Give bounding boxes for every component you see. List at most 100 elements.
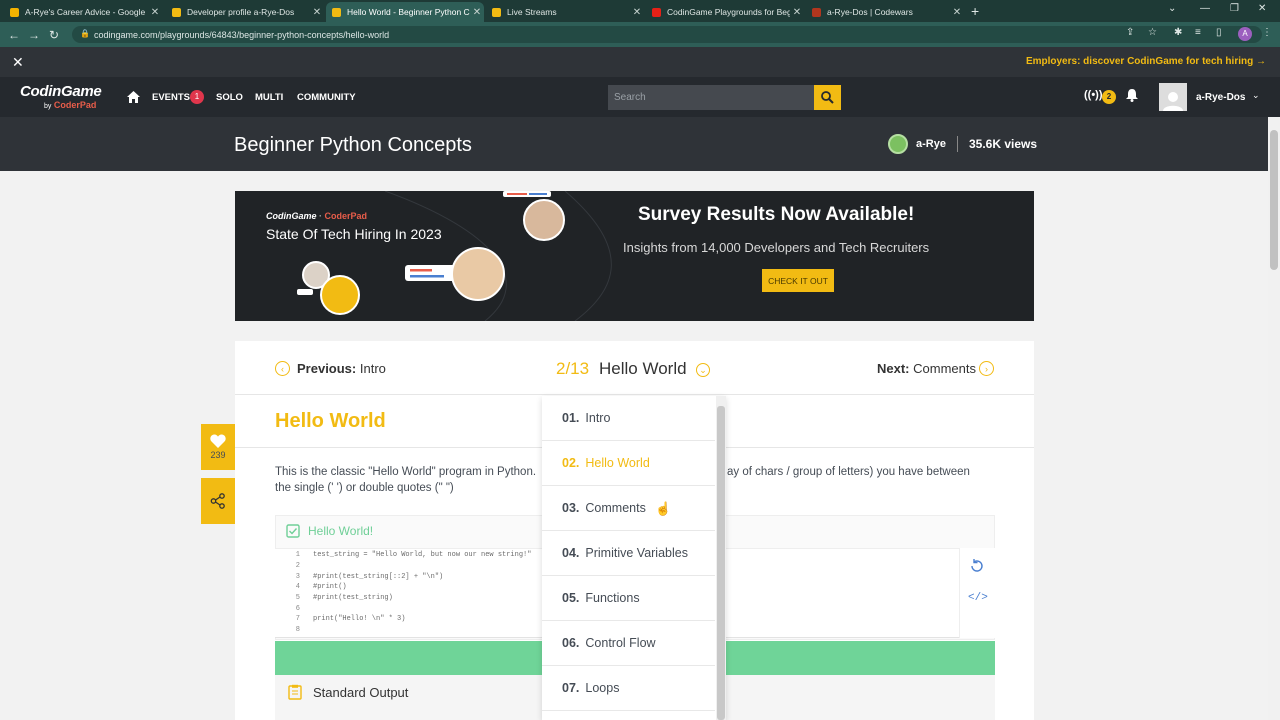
bookmark-star-icon[interactable]: ☆ (1148, 27, 1157, 38)
back-icon[interactable]: ← (4, 28, 24, 42)
code-line[interactable]: #print(test_string[::2] + "\n") (313, 573, 443, 581)
dropdown-scrollbar-thumb[interactable] (717, 406, 725, 720)
lesson-text: the single (' ') or double quotes (" ") (275, 482, 454, 494)
tab-close-icon[interactable]: ✕ (630, 7, 644, 18)
window-close-icon[interactable]: ✕ (1258, 3, 1266, 14)
reload-icon[interactable]: ↻ (44, 28, 64, 42)
browser-tab-active[interactable]: Hello World - Beginner Python C ✕ (326, 2, 484, 22)
browser-tab[interactable]: A-Rye's Career Advice - Google ✕ (4, 2, 162, 22)
clipboard-icon (288, 684, 302, 705)
logo[interactable]: CodinGame (20, 83, 102, 100)
promo-link[interactable]: Employers: discover CodinGame for tech h… (1026, 56, 1266, 67)
chevron-right-icon[interactable]: › (979, 361, 994, 376)
arrow-right-icon: → (1256, 56, 1266, 67)
bell-icon[interactable] (1126, 89, 1138, 107)
code-line[interactable]: #print(test_string) (313, 594, 393, 602)
line-number: 7 (295, 615, 300, 623)
code-line[interactable]: print("Hello! \n" * 3) (313, 615, 405, 623)
minimize-icon[interactable]: — (1200, 3, 1210, 14)
share-button[interactable] (201, 478, 235, 524)
tab-favicon-icon (172, 7, 181, 17)
username[interactable]: a-Rye-Dos (1196, 92, 1245, 103)
avatar[interactable] (1159, 83, 1187, 111)
browser-tab[interactable]: CodinGame Playgrounds for Beg ✕ (646, 2, 804, 22)
dropdown-item[interactable]: 06. Control Flow (542, 621, 715, 666)
extensions-icon[interactable]: ✱ (1174, 27, 1182, 38)
browser-tab[interactable]: a-Rye-Dos | Codewars ✕ (806, 2, 964, 22)
tab-close-icon[interactable]: ✕ (470, 7, 484, 18)
user-icon (1163, 92, 1183, 111)
chevron-down-icon[interactable]: ⌄ (696, 363, 710, 377)
lesson-text: This is the classic "Hello World" progra… (275, 466, 537, 478)
lesson-title: Hello World (275, 410, 386, 432)
tab-search-icon[interactable]: ⌄ (1168, 3, 1176, 14)
browser-tab[interactable]: Developer profile a-Rye-Dos ✕ (166, 2, 324, 22)
lesson-text: ay of chars / group of letters) you have… (727, 466, 970, 478)
tab-close-icon[interactable]: ✕ (310, 7, 324, 18)
nav-community[interactable]: COMMUNITY (297, 92, 356, 103)
previous-link[interactable]: Previous: Intro (297, 361, 386, 376)
tab-favicon-icon (492, 7, 501, 17)
share-icon (210, 493, 225, 509)
person-photo (320, 275, 360, 315)
page-selector[interactable]: Hello World (599, 359, 687, 379)
divider (235, 394, 1034, 395)
check-it-out-button[interactable]: CHECK IT OUT (762, 269, 834, 292)
divider (957, 136, 958, 152)
url-field[interactable]: 🔒 codingame.com/playgrounds/64843/beginne… (72, 26, 1262, 43)
dropdown-item[interactable]: 05. Functions (542, 576, 715, 621)
page-title: Beginner Python Concepts (234, 134, 472, 156)
line-number: 2 (295, 562, 300, 570)
restore-icon[interactable]: ❐ (1230, 3, 1239, 14)
tab-close-icon[interactable]: ✕ (148, 7, 162, 18)
logo-sub: by CoderPad (44, 100, 97, 110)
events-badge: 1 (190, 90, 204, 104)
reset-icon[interactable] (969, 558, 985, 579)
chevron-down-icon[interactable]: ⌄ (1252, 90, 1260, 101)
reading-list-icon[interactable]: ≡ (1195, 27, 1201, 38)
nav-events[interactable]: EVENTS (152, 92, 190, 103)
search-button[interactable] (814, 85, 841, 110)
code-line[interactable]: test_string = "Hello World, but now our … (313, 551, 531, 559)
output-label: Standard Output (313, 685, 409, 700)
search-icon (821, 91, 834, 104)
code-view-icon[interactable]: </> (968, 592, 988, 604)
like-button[interactable]: 239 (201, 424, 235, 470)
live-streams-icon[interactable]: ((•)) (1084, 89, 1103, 101)
page-scrollbar-thumb[interactable] (1270, 130, 1278, 270)
tab-close-icon[interactable]: ✕ (790, 7, 804, 18)
close-icon[interactable]: ✕ (12, 54, 24, 71)
browser-tab[interactable]: Live Streams ✕ (486, 2, 644, 22)
dropdown-item[interactable]: 04. Primitive Variables (542, 531, 715, 576)
menu-icon[interactable]: ⋮ (1262, 27, 1272, 38)
dropdown-item[interactable]: 01. Intro (542, 396, 715, 441)
search-input[interactable] (608, 85, 814, 110)
dropdown-item-current[interactable]: 02. Hello World (542, 441, 715, 486)
profile-avatar[interactable]: A (1238, 27, 1252, 41)
nav-multi[interactable]: MULTI (255, 92, 283, 103)
line-number: 5 (295, 594, 300, 602)
person-photo (523, 199, 565, 241)
hand-cursor-icon: ☝ (655, 501, 672, 516)
nav-solo[interactable]: SOLO (216, 92, 243, 103)
address-bar: ← → ↻ 🔒 codingame.com/playgrounds/64843/b… (0, 22, 1280, 47)
banner-headline: Survey Results Now Available! (638, 204, 915, 225)
author-avatar[interactable] (888, 134, 908, 154)
next-link[interactable]: Next: Comments (877, 361, 976, 376)
home-icon[interactable] (127, 90, 140, 108)
live-badge: 2 (1102, 90, 1116, 104)
forward-icon[interactable]: → (24, 28, 44, 42)
tab-close-icon[interactable]: ✕ (950, 7, 964, 18)
dropdown-item[interactable]: 07. Loops (542, 666, 715, 711)
side-panel-icon[interactable]: ▯ (1216, 27, 1222, 38)
line-number: 8 (295, 626, 300, 634)
new-tab-icon[interactable]: + (971, 3, 979, 19)
youtube-icon (652, 7, 661, 17)
chevron-left-icon[interactable]: ‹ (275, 361, 290, 376)
dropdown-item[interactable]: 03. Comments (542, 486, 715, 531)
playground-header (0, 117, 1268, 171)
line-number: 1 (295, 551, 300, 559)
author-name[interactable]: a-Rye (916, 138, 946, 150)
code-line[interactable]: #print() (313, 583, 347, 591)
share-page-icon[interactable]: ⇪ (1126, 27, 1134, 38)
